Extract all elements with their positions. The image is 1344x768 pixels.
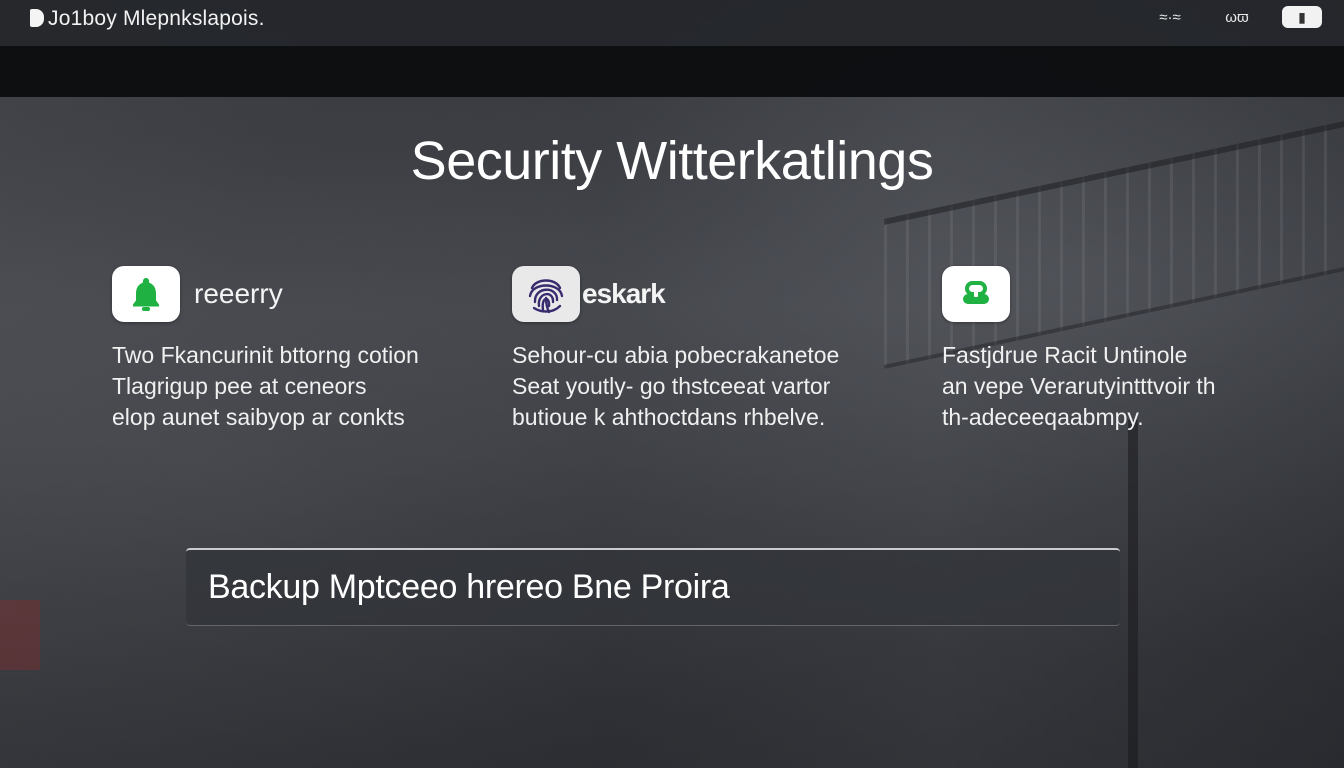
feature-description: Sehour-cu abia pobecrakanetoe Seat youtl… <box>512 342 840 430</box>
feature-header: reeerry <box>112 266 492 322</box>
feature-name: reeerry <box>194 278 283 309</box>
feature-card-fingerprint[interactable]: eskark Sehour-cu abia pobecrakanetoe Sea… <box>512 266 892 433</box>
signal-icon: ≈·≈ <box>1159 8 1181 26</box>
app-logo-icon <box>30 9 44 27</box>
top-bar: Jo1boy Mlepnkslapois. ≈·≈ ωϖ ▮ <box>0 0 1344 46</box>
bell-icon <box>112 266 180 322</box>
key-icon <box>942 266 1010 322</box>
sub-header-bar <box>0 46 1344 97</box>
fingerprint-icon <box>512 266 580 322</box>
feature-header <box>942 266 1322 322</box>
feature-card-two-factor[interactable]: reeerry Two Fkancurinit bttorng cotion T… <box>112 266 492 433</box>
page-title: Security Witterkatlings <box>410 131 934 191</box>
feature-name: eskark <box>582 278 666 309</box>
feature-description: Fastjdrue Racit Untinole an vepe Verarut… <box>942 342 1216 430</box>
backup-button-label: Backup Mptceeo hrereo Bne Proira <box>208 568 730 606</box>
feature-description: Two Fkancurinit bttorng cotion Tlagrigup… <box>112 342 419 430</box>
app-title: Jo1boy Mlepnkslapois. <box>48 7 265 30</box>
background-post <box>1128 420 1138 768</box>
backup-button[interactable]: Backup Mptceeo hrereo Bne Proira <box>186 548 1120 626</box>
wifi-icon: ωϖ <box>1225 8 1249 26</box>
feature-card-recovery-key[interactable]: Fastjdrue Racit Untinole an vepe Verarut… <box>942 266 1322 433</box>
feature-header: eskark <box>512 266 892 322</box>
background-red-object <box>0 600 40 670</box>
battery-icon: ▮ <box>1282 6 1322 28</box>
